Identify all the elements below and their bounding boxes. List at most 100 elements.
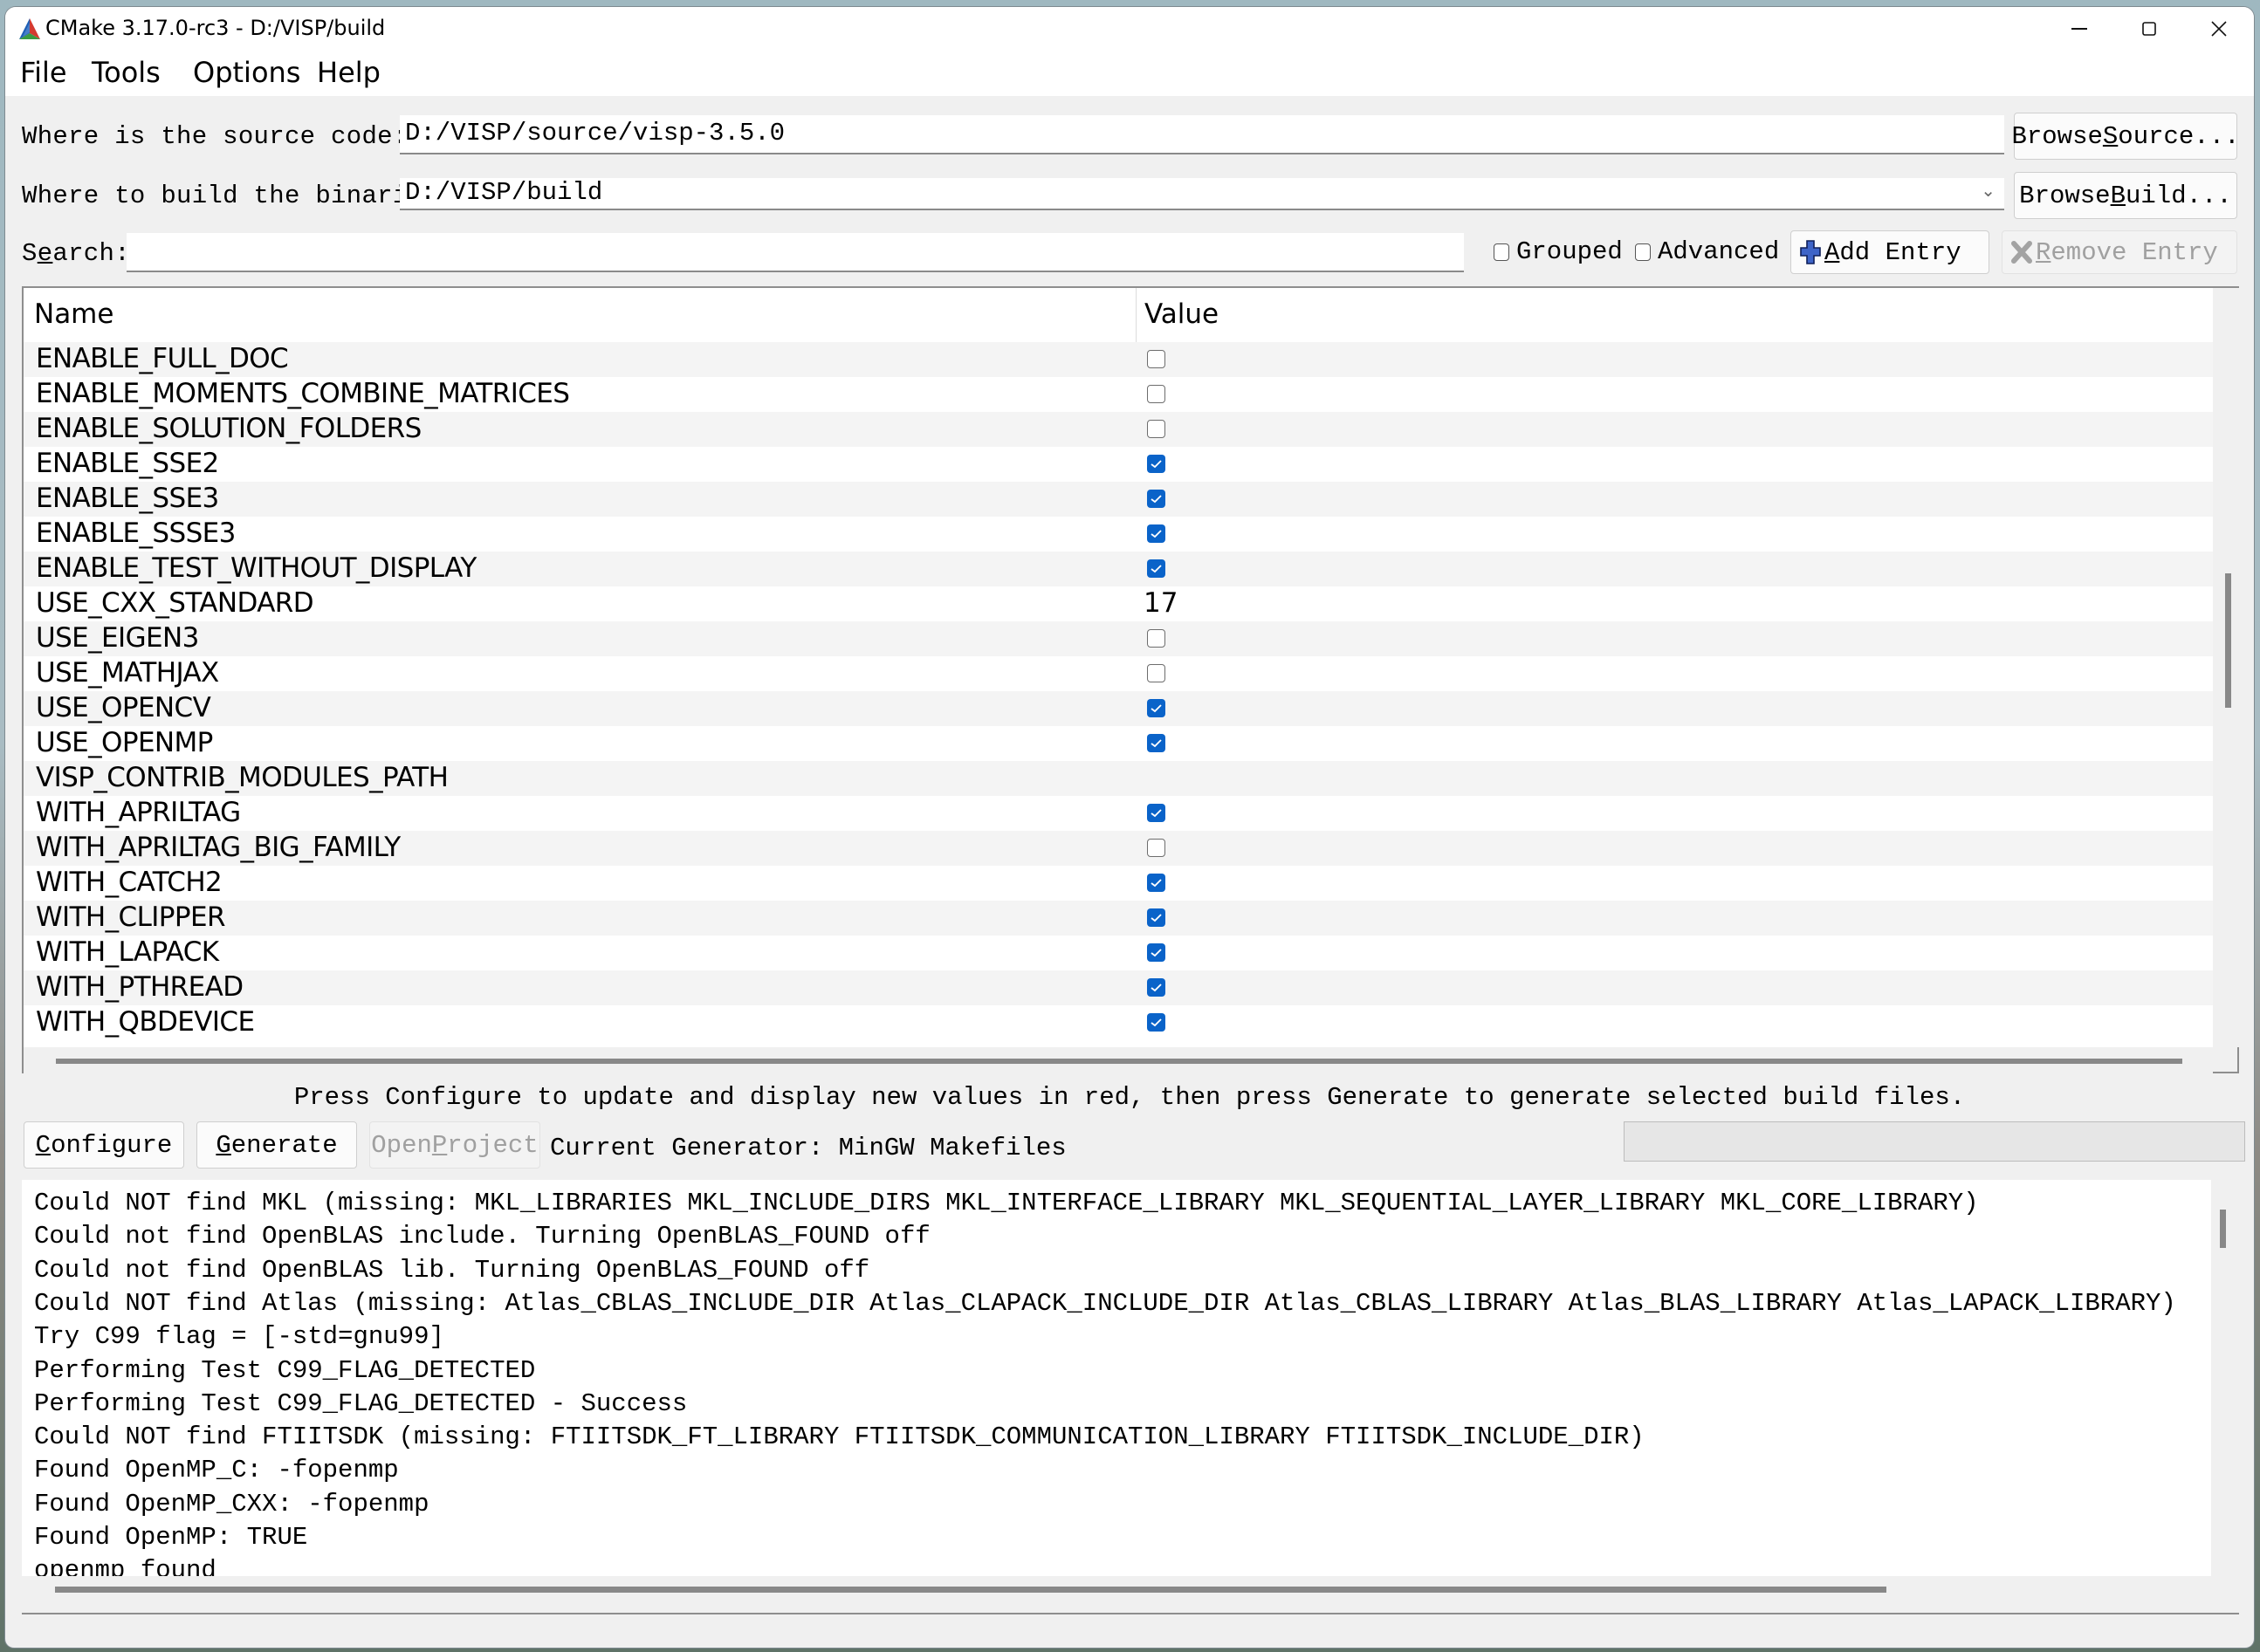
checkbox-checked[interactable] (1147, 455, 1165, 473)
browse-source-button[interactable]: Browse Source... (2011, 113, 2240, 160)
checkbox-checked[interactable] (1147, 734, 1165, 752)
table-row[interactable]: USE_EIGEN3 (24, 621, 2213, 656)
checkbox-unchecked[interactable] (1147, 664, 1165, 682)
table-row[interactable]: ENABLE_MOMENTS_COMBINE_MATRICES (24, 377, 2213, 412)
table-row[interactable]: USE_OPENCV (24, 691, 2213, 726)
build-path-combobox[interactable]: D:/VISP/build ⌄ (400, 178, 2004, 210)
cache-entry-name: VISP_CONTRIB_MODULES_PATH (36, 762, 449, 793)
open-project-label: Open (371, 1130, 432, 1160)
table-row[interactable]: ENABLE_SSE3 (24, 482, 2213, 517)
table-row[interactable]: ENABLE_TEST_WITHOUT_DISPLAY (24, 552, 2213, 586)
open-project-button[interactable]: Open Project (369, 1121, 540, 1169)
checkmark-icon (1151, 530, 1162, 538)
checkbox-checked[interactable] (1147, 490, 1165, 508)
configure-button[interactable]: Configure (24, 1121, 184, 1169)
checkbox-checked[interactable] (1147, 943, 1165, 962)
checkbox-checked[interactable] (1147, 699, 1165, 717)
source-path-value: D:/VISP/source/visp-3.5.0 (405, 119, 786, 147)
menu-options[interactable]: Options (193, 56, 300, 89)
maximize-button[interactable] (2114, 7, 2184, 51)
table-row[interactable]: ENABLE_SOLUTION_FOLDERS (24, 412, 2213, 447)
table-vertical-scroll-thumb[interactable] (2225, 573, 2231, 708)
checkmark-icon (1151, 809, 1162, 818)
remove-entry-button[interactable]: Remove Entry (2002, 230, 2237, 274)
table-row[interactable]: WITH_PTHREAD (24, 970, 2213, 1005)
checkbox-checked[interactable] (1147, 908, 1165, 927)
title-bar[interactable]: CMake 3.17.0-rc3 - D:/VISP/build (5, 7, 2254, 51)
log-horizontal-scrollbar[interactable] (22, 1576, 2211, 1611)
checkbox-unchecked[interactable] (1147, 420, 1165, 438)
checkmark-icon (1151, 879, 1162, 888)
minimize-button[interactable] (2044, 7, 2114, 51)
checkbox-unchecked[interactable] (1147, 385, 1165, 403)
checkmark-icon (1151, 739, 1162, 748)
grouped-checkbox-box[interactable] (1494, 243, 1509, 261)
advanced-label: Advanced (1658, 237, 1780, 266)
log-line: Try C99 flag = [-std=gnu99] (34, 1322, 444, 1352)
column-header-value[interactable]: Value (1144, 298, 1219, 330)
table-row[interactable]: ENABLE_SSE2 (24, 447, 2213, 482)
generate-button[interactable]: Generate (196, 1121, 357, 1169)
checkbox-checked[interactable] (1147, 804, 1165, 822)
menu-tools[interactable]: Tools (92, 56, 161, 89)
grouped-checkbox[interactable]: Grouped (1494, 237, 1623, 266)
checkbox-checked[interactable] (1147, 559, 1165, 578)
cache-entry-name: USE_MATHJAX (36, 657, 219, 689)
advanced-checkbox[interactable]: Advanced (1635, 237, 1779, 266)
log-line: Could NOT find Atlas (missing: Atlas_CBL… (34, 1288, 2176, 1318)
table-row[interactable]: WITH_CATCH2 (24, 866, 2213, 901)
table-horizontal-scroll-thumb[interactable] (56, 1059, 2182, 1064)
log-line: Found OpenMP: TRUE (34, 1523, 308, 1552)
table-row[interactable]: WITH_QBDEVICE (24, 1005, 2213, 1040)
search-label-pre: S (22, 239, 38, 268)
table-row[interactable]: VISP_CONTRIB_MODULES_PATH (24, 761, 2213, 796)
checkmark-icon (1151, 1018, 1162, 1027)
table-row[interactable]: WITH_APRILTAG_BIG_FAMILY (24, 831, 2213, 866)
source-path-input[interactable]: D:/VISP/source/visp-3.5.0 (400, 115, 2004, 154)
output-log-viewport[interactable]: Could NOT find MKL (missing: MKL_LIBRARI… (22, 1180, 2211, 1576)
add-entry-button[interactable]: Add Entry (1790, 230, 1989, 274)
table-row[interactable]: WITH_APRILTAG (24, 796, 2213, 831)
table-row[interactable]: ENABLE_SSSE3 (24, 517, 2213, 552)
browse-source-label-rest: ource... (2118, 121, 2240, 151)
checkbox-unchecked[interactable] (1147, 629, 1165, 648)
table-row[interactable]: USE_MATHJAX (24, 656, 2213, 691)
progress-bar (1624, 1121, 2245, 1162)
cache-entry-name: USE_CXX_STANDARD (36, 587, 314, 619)
checkbox-checked[interactable] (1147, 524, 1165, 543)
column-header-name[interactable]: Name (34, 298, 113, 330)
table-row[interactable]: ENABLE_FULL_DOC (24, 342, 2213, 377)
cache-entry-name: USE_OPENMP (36, 727, 213, 758)
search-label-mnemonic: e (37, 239, 53, 268)
log-vertical-scroll-thumb[interactable] (2220, 1210, 2226, 1248)
cache-entry-value[interactable]: 17 (1144, 587, 1178, 619)
checkbox-checked[interactable] (1147, 978, 1165, 997)
checkbox-unchecked[interactable] (1147, 839, 1165, 857)
cache-entry-name: USE_OPENCV (36, 692, 211, 723)
menu-help[interactable]: Help (317, 56, 381, 89)
chevron-down-icon[interactable]: ⌄ (1981, 180, 1996, 202)
checkmark-icon (1151, 495, 1162, 504)
checkbox-unchecked[interactable] (1147, 350, 1165, 368)
log-horizontal-scroll-thumb[interactable] (55, 1587, 1886, 1593)
add-entry-label: dd Entry (1839, 237, 1961, 267)
maximize-icon (2142, 22, 2156, 36)
instructions-text: Press Configure to update and display ne… (293, 1083, 1966, 1112)
column-divider[interactable] (1136, 288, 1137, 342)
table-row[interactable]: WITH_LAPACK (24, 936, 2213, 970)
checkbox-checked[interactable] (1147, 1013, 1165, 1032)
search-input[interactable] (127, 233, 1464, 272)
advanced-checkbox-box[interactable] (1635, 243, 1651, 261)
table-row[interactable]: WITH_CLIPPER (24, 901, 2213, 936)
cache-entry-name: WITH_QBDEVICE (36, 1006, 255, 1038)
cache-table: Name Value ENABLE_FULL_DOC ENABLE_MOMENTS… (22, 286, 2239, 1073)
menu-file[interactable]: File (20, 56, 67, 89)
browse-build-button[interactable]: Browse Build... (2014, 172, 2237, 219)
cmake-logo-icon (19, 18, 40, 39)
close-button[interactable] (2184, 7, 2254, 51)
generate-mnemonic: G (216, 1130, 231, 1160)
log-line: Could NOT find FTIITSDK (missing: FTIITS… (34, 1422, 1645, 1452)
table-row[interactable]: USE_OPENMP (24, 726, 2213, 761)
table-row[interactable]: USE_CXX_STANDARD 17 (24, 586, 2213, 621)
checkbox-checked[interactable] (1147, 874, 1165, 892)
